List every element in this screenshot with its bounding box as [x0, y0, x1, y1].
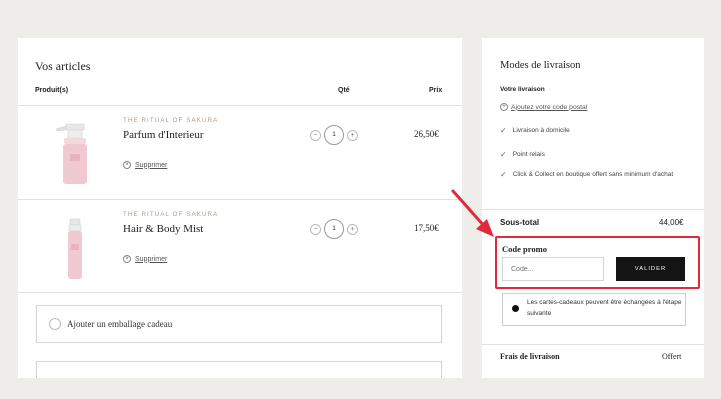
- product-image-spray: [55, 123, 87, 184]
- gift-wrap-label: Ajouter un emballage cadeau: [67, 319, 173, 329]
- plus-icon[interactable]: +: [347, 223, 358, 235]
- check-icon: ✓: [500, 126, 507, 135]
- remove-icon: ×: [123, 161, 131, 169]
- quantity-value[interactable]: 1: [324, 125, 344, 145]
- delivery-option-label: Click & Collect en boutique offert sans …: [512, 171, 674, 178]
- delivery-option-label: Point relais: [512, 151, 545, 158]
- divider: [482, 344, 704, 345]
- product-brand: THE RITUAL OF SAKURA: [123, 117, 219, 124]
- delivery-option: ✓ Click & Collect en boutique offert san…: [500, 169, 690, 180]
- promo-code-input[interactable]: [502, 257, 604, 281]
- remove-button[interactable]: × Supprimer: [123, 161, 167, 169]
- shipping-label: Frais de livraison: [500, 352, 560, 361]
- subtotal-label: Sous-total: [500, 218, 540, 227]
- check-icon: ✓: [500, 150, 507, 159]
- plus-icon[interactable]: +: [347, 129, 358, 141]
- product-name: Hair & Body Mist: [123, 223, 204, 235]
- delivery-option: ✓ Point relais: [500, 149, 690, 160]
- remove-button[interactable]: × Supprimer: [123, 255, 167, 263]
- plus-icon: +: [500, 103, 508, 111]
- info-bullet-icon: [512, 305, 519, 312]
- promo-title: Code promo: [502, 244, 547, 254]
- delivery-subtitle: Votre livraison: [500, 86, 545, 93]
- delivery-option: ✓ Livraison à domicile: [500, 125, 690, 136]
- quantity-stepper: − 1 +: [310, 125, 358, 145]
- validate-button[interactable]: VALIDER: [616, 257, 685, 281]
- gift-card-info: Les cartes-cadeaux peuvent être échangée…: [502, 293, 686, 326]
- remove-label: Supprimer: [135, 255, 168, 263]
- delivery-panel: Modes de livraison Votre livraison + Ajo…: [482, 38, 704, 378]
- delivery-option-label: Livraison à domicile: [512, 127, 570, 134]
- gift-wrap-option[interactable]: Ajouter un emballage cadeau: [36, 305, 442, 343]
- product-price: 17,50€: [414, 223, 439, 233]
- minus-icon[interactable]: −: [310, 223, 321, 235]
- secondary-option[interactable]: [36, 361, 442, 378]
- remove-label: Supprimer: [135, 161, 168, 169]
- product-image-mist: [68, 218, 82, 279]
- subtotal-value: 44,00€: [659, 218, 684, 227]
- cart-panel: Vos articles Produit(s) Qté Prix THE RIT…: [18, 38, 462, 378]
- remove-icon: ×: [123, 255, 131, 263]
- header-qty: Qté: [338, 87, 350, 94]
- divider: [18, 105, 462, 106]
- divider: [18, 292, 462, 293]
- minus-icon[interactable]: −: [310, 129, 321, 141]
- postal-link-label: Ajoutez votre code postal: [511, 103, 588, 111]
- divider: [482, 209, 704, 210]
- cart-title: Vos articles: [35, 59, 91, 73]
- check-icon: ✓: [500, 170, 507, 179]
- header-price: Prix: [429, 87, 443, 94]
- shipping-value: Offert: [662, 352, 682, 361]
- add-postal-code-link[interactable]: + Ajoutez votre code postal: [500, 103, 587, 111]
- quantity-value[interactable]: 1: [324, 219, 344, 239]
- delivery-title: Modes de livraison: [500, 60, 581, 71]
- product-price: 26,50€: [414, 129, 439, 139]
- header-product: Produit(s): [35, 87, 69, 94]
- quantity-stepper: − 1 +: [310, 219, 358, 239]
- gift-card-info-text: Les cartes-cadeaux peuvent être échangée…: [527, 299, 682, 317]
- divider: [18, 199, 462, 200]
- product-name: Parfum d'Interieur: [123, 129, 204, 141]
- radio-button[interactable]: [49, 318, 61, 330]
- product-brand: THE RITUAL OF SAKURA: [123, 211, 219, 218]
